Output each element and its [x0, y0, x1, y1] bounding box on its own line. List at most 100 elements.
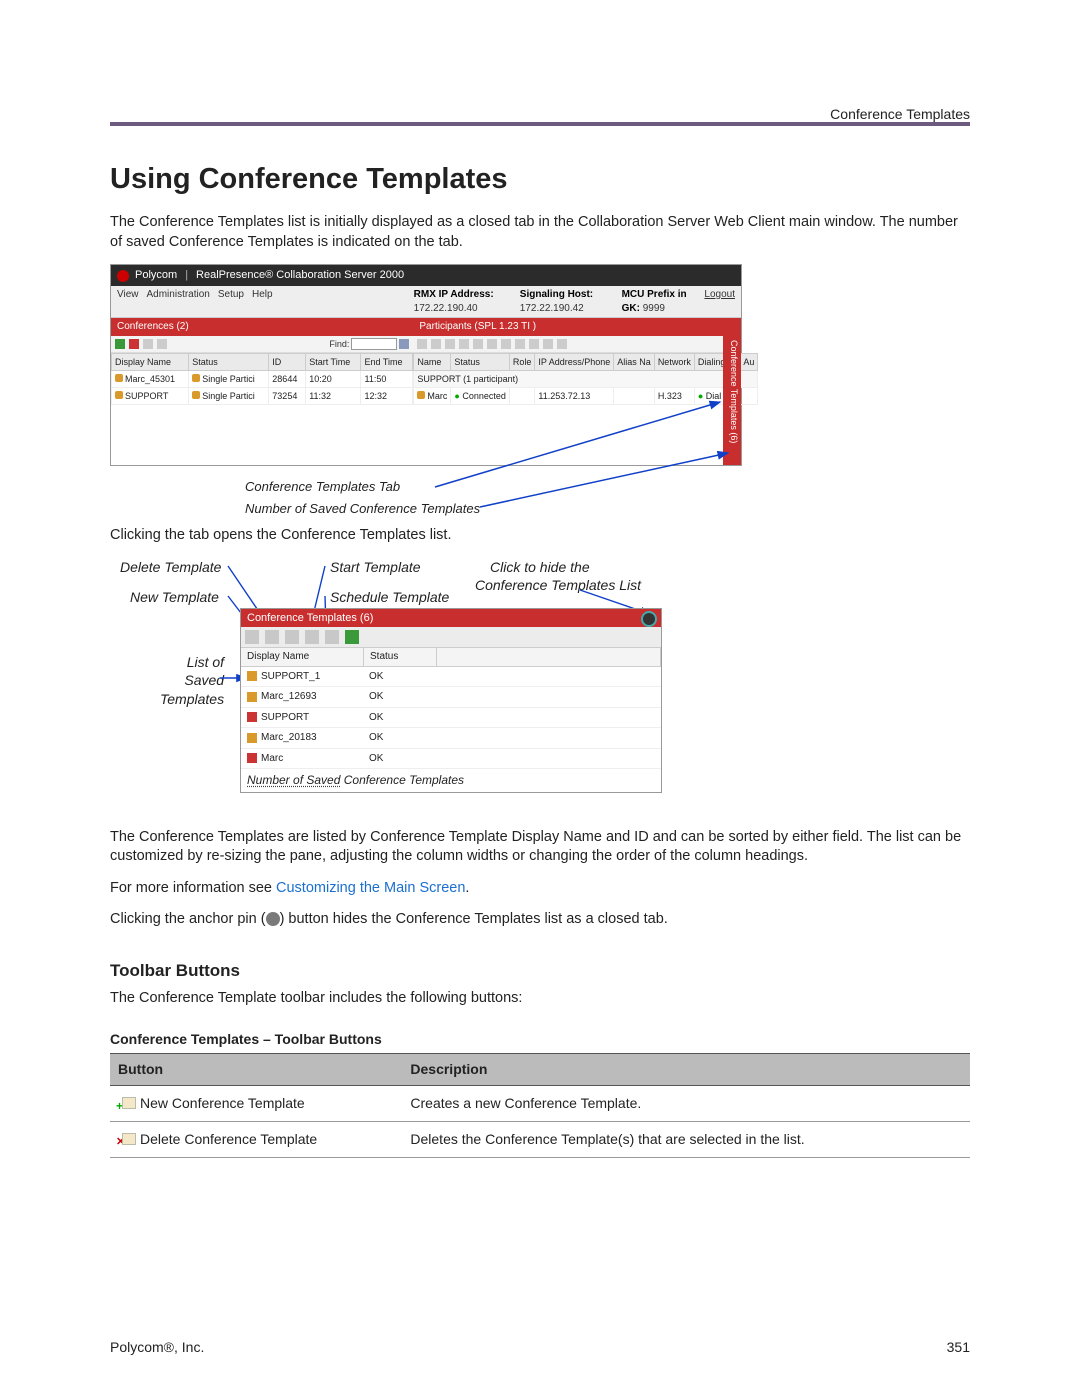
annot-count-label: Number of Saved Conference Templates	[245, 500, 480, 518]
new-template-icon	[118, 1097, 136, 1111]
intro-paragraph: The Conference Templates list is initial…	[110, 213, 970, 252]
annot-delete: Delete Template	[120, 558, 221, 577]
menu-help[interactable]: Help	[252, 288, 273, 315]
anchor-pin-icon[interactable]	[641, 611, 657, 627]
template-icon	[247, 753, 257, 763]
sort-paragraph: The Conference Templates are listed by C…	[110, 828, 970, 867]
status-icon	[192, 374, 200, 382]
list-item[interactable]: Marc_20183OK	[241, 728, 661, 749]
col-ip[interactable]: IP Address/Phone	[535, 353, 614, 370]
col-role[interactable]: Role	[509, 353, 535, 370]
toolbar-icon[interactable]	[417, 339, 427, 349]
window-titlebar: Polycom | RealPresence® Collaboration Se…	[111, 265, 741, 286]
toolbar-icon[interactable]	[115, 339, 125, 349]
participants-tab[interactable]: Participants (SPL 1.23 TI )	[413, 318, 725, 336]
page-number: 351	[947, 1338, 970, 1357]
col-status[interactable]: Status	[364, 648, 437, 666]
toolbar-icon[interactable]	[487, 339, 497, 349]
toolbar-icon[interactable]	[501, 339, 511, 349]
annot-tab-label: Conference Templates Tab	[245, 478, 400, 496]
toolbar-icon[interactable]	[543, 339, 553, 349]
window-title-text: RealPresence® Collaboration Server 2000	[196, 268, 404, 283]
table-row[interactable]: Marc_45301 Single Partici 28644 10:20 11…	[112, 370, 413, 387]
toolbar-icon[interactable]	[129, 339, 139, 349]
more-info-paragraph: For more information see Customizing the…	[110, 879, 970, 899]
th-description: Description	[402, 1054, 970, 1086]
list-item[interactable]: MarcOK	[241, 749, 661, 770]
col-display-name[interactable]: Display Name	[112, 353, 189, 370]
toolbar-icon[interactable]	[157, 339, 167, 349]
col-display-name[interactable]: Display Name	[241, 648, 364, 666]
annot-hide1: Click to hide the	[490, 558, 590, 577]
rmx-ip: 172.22.190.40	[414, 303, 478, 314]
menu-setup[interactable]: Setup	[218, 288, 244, 315]
col-name[interactable]: Name	[414, 353, 451, 370]
mcu-prefix: 9999	[643, 303, 665, 314]
table-row[interactable]: Marc ● Connected 11.253.72.13 H.323 ● Di…	[414, 387, 758, 404]
menubar: View Administration Setup Help RMX IP Ad…	[111, 286, 741, 318]
rmx-ip-label: RMX IP Address:	[414, 289, 494, 300]
conferences-toolbar: Find:	[111, 336, 413, 353]
toolbar-icon[interactable]	[143, 339, 153, 349]
participants-table: Name Status Role IP Address/Phone Alias …	[413, 353, 758, 405]
conference-icon	[115, 374, 123, 382]
toolbar-icon[interactable]	[557, 339, 567, 349]
start-template-button[interactable]	[305, 630, 319, 644]
table-title: Conference Templates – Toolbar Buttons	[110, 1030, 970, 1049]
table-row[interactable]: SUPPORT Single Partici 73254 11:32 12:32	[112, 387, 413, 404]
conferences-table: Display Name Status ID Start Time End Ti…	[111, 353, 413, 405]
signal-label: Signaling Host:	[520, 289, 593, 300]
col-status[interactable]: Status	[189, 353, 269, 370]
toolbar-icon[interactable]	[473, 339, 483, 349]
col-au[interactable]: Au	[740, 353, 758, 370]
col-id[interactable]: ID	[269, 353, 306, 370]
panel-header: Conference Templates (6)	[241, 609, 661, 628]
brand-name: Polycom	[135, 268, 177, 283]
footer-company: Polycom®, Inc.	[110, 1339, 204, 1355]
polycom-logo-icon	[117, 270, 129, 282]
menu-view[interactable]: View	[117, 288, 139, 315]
conference-templates-vertical-tab[interactable]: Conference Templates (6)	[723, 318, 741, 465]
col-start[interactable]: Start Time	[306, 353, 361, 370]
new-template-button[interactable]	[245, 630, 259, 644]
after-fig1-text: Clicking the tab opens the Conference Te…	[110, 526, 970, 546]
logout-link[interactable]: Logout	[704, 288, 735, 315]
templates-toolbar	[241, 627, 661, 648]
delete-template-button[interactable]	[265, 630, 279, 644]
delete-template-icon	[118, 1133, 136, 1147]
find-input[interactable]	[351, 338, 397, 350]
menu-admin[interactable]: Administration	[147, 288, 210, 315]
page-footer: Polycom®, Inc. 351	[110, 1338, 970, 1357]
customizing-main-screen-link[interactable]: Customizing the Main Screen	[276, 880, 465, 896]
col-end[interactable]: End Time	[361, 353, 413, 370]
list-item[interactable]: SUPPORT_1OK	[241, 667, 661, 688]
list-item[interactable]: SUPPORTOK	[241, 708, 661, 729]
col-status[interactable]: Status	[451, 353, 510, 370]
annot-hide2: Conference Templates List	[475, 576, 641, 595]
list-item[interactable]: Marc_12693OK	[241, 687, 661, 708]
toolbar-icon[interactable]	[445, 339, 455, 349]
page-title: Using Conference Templates	[110, 160, 970, 199]
conferences-tab[interactable]: Conferences (2)	[111, 318, 413, 336]
annot-start: Start Template	[330, 558, 421, 577]
annot-new: New Template	[130, 588, 219, 607]
th-button: Button	[110, 1054, 402, 1086]
figure-templates-panel: Delete Template New Template Start Templ…	[110, 558, 670, 818]
toolbar-icon[interactable]	[459, 339, 469, 349]
participants-subheader: SUPPORT (1 participant)	[414, 370, 758, 387]
col-network[interactable]: Network	[654, 353, 694, 370]
toolbar-icon[interactable]	[431, 339, 441, 349]
toolbar-icon[interactable]	[515, 339, 525, 349]
toolbar-button[interactable]	[345, 630, 359, 644]
search-icon[interactable]	[399, 339, 409, 349]
anchor-pin-icon	[266, 912, 280, 926]
toolbar-button[interactable]	[285, 630, 299, 644]
templates-columns: Display Name Status	[241, 648, 661, 667]
schedule-template-button[interactable]	[325, 630, 339, 644]
annot-listof: List of Saved Templates	[160, 653, 224, 710]
template-icon	[247, 671, 257, 681]
toolbar-icon[interactable]	[529, 339, 539, 349]
col-alias[interactable]: Alias Na	[614, 353, 655, 370]
participant-icon	[417, 391, 425, 399]
template-icon	[247, 692, 257, 702]
